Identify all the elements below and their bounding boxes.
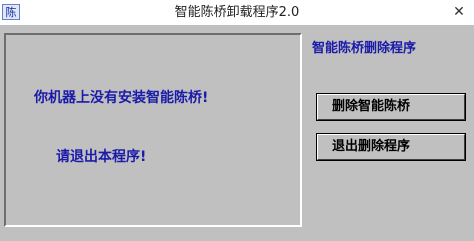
close-button[interactable]: ✕ <box>444 0 474 25</box>
exit-button[interactable]: 退出删除程序 <box>316 133 466 161</box>
exit-prompt-message: 请退出本程序! <box>56 149 147 165</box>
delete-button[interactable]: 删除智能陈桥 <box>316 93 466 121</box>
title-bar: 陈 智能陈桥卸载程序2.0 ✕ <box>0 0 474 26</box>
window-title: 智能陈桥卸载程序2.0 <box>174 5 300 20</box>
not-installed-message: 你机器上没有安装智能陈桥! <box>34 90 209 106</box>
dialog-body: 你机器上没有安装智能陈桥! 请退出本程序! 智能陈桥删除程序 删除智能陈桥 退出… <box>0 25 474 241</box>
section-heading: 智能陈桥删除程序 <box>312 41 417 56</box>
message-panel: 你机器上没有安装智能陈桥! 请退出本程序! <box>4 33 302 227</box>
